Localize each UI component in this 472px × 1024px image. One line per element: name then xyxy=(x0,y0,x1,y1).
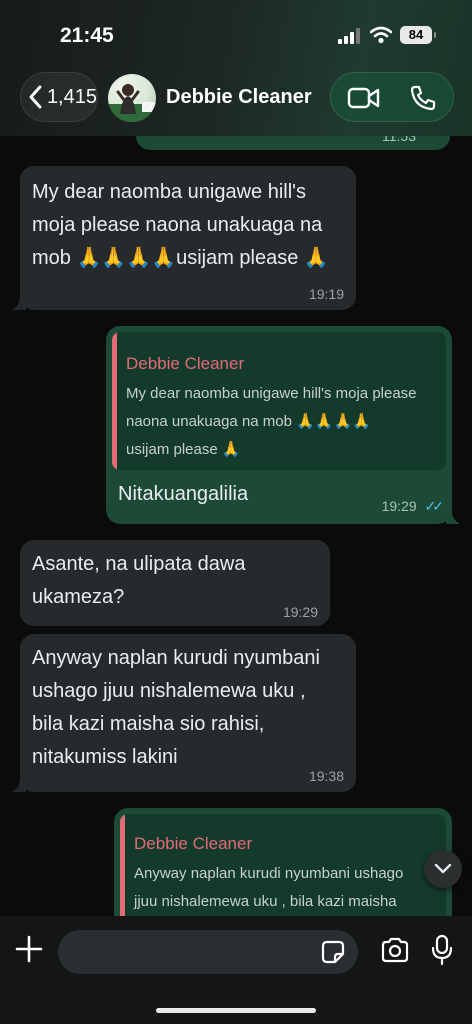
status-time: 21:45 xyxy=(60,24,114,47)
chat-header: 21:45 84 1,415 Debbie Cleaner xyxy=(0,0,472,136)
message-time: 19:29 xyxy=(282,604,318,620)
call-buttons xyxy=(330,72,454,122)
quote-author: Debbie Cleaner xyxy=(134,834,253,853)
avatar-picture xyxy=(108,84,156,122)
message-text-line: moja please naona unakuaga na xyxy=(32,214,323,236)
message-bubble-incoming[interactable]: Asante, na ulipata dawa ukameza? 19:29 xyxy=(20,540,330,626)
scroll-to-bottom-button[interactable] xyxy=(424,850,462,888)
contact-name[interactable]: Debbie Cleaner xyxy=(166,86,312,109)
battery-indicator: 84 xyxy=(400,26,436,44)
plus-icon[interactable] xyxy=(14,934,44,964)
message-bubble-outgoing[interactable]: Debbie Cleaner My dear naomba unigawe hi… xyxy=(106,326,452,524)
read-receipt-icon: ✓✓ xyxy=(424,498,445,514)
video-camera-icon[interactable] xyxy=(347,86,381,110)
quote-text-line: usijam please 🙏 xyxy=(126,441,241,458)
quote-text-line: jjuu nishalemewa uku , bila kazi maisha xyxy=(134,893,397,910)
back-button[interactable]: 1,415 xyxy=(20,72,98,122)
message-text-line: ushago jjuu nishalemewa uku , xyxy=(32,680,306,702)
message-time: 19:29 ✓✓ xyxy=(381,498,445,515)
quote-text-line: Anyway naplan kurudi nyumbani ushago xyxy=(134,865,404,882)
camera-icon[interactable] xyxy=(380,937,410,963)
sticker-icon[interactable] xyxy=(320,939,346,965)
phone-icon[interactable] xyxy=(409,84,437,112)
message-text-line: bila kazi maisha sio rahisi, xyxy=(32,713,265,735)
message-text-line: Anyway naplan kurudi nyumbani xyxy=(32,647,320,669)
bubble-tail xyxy=(12,778,26,792)
chevron-left-icon xyxy=(29,85,42,109)
quote-text-line: My dear naomba unigawe hill's moja pleas… xyxy=(126,385,417,402)
bubble-tail xyxy=(12,296,26,310)
contact-avatar[interactable] xyxy=(108,74,156,122)
quote-accent-bar xyxy=(112,332,117,470)
message-time: 19:19 xyxy=(308,286,344,302)
chat-area[interactable]: 11:53 My dear naomba unigawe hill's moja… xyxy=(0,0,472,1024)
message-text-line: Asante, na ulipata dawa xyxy=(32,553,246,575)
quote-text-line: naona unakuaga na mob 🙏🙏🙏🙏 xyxy=(126,413,371,430)
quoted-message[interactable]: Debbie Cleaner My dear naomba unigawe hi… xyxy=(112,332,446,470)
microphone-icon[interactable] xyxy=(430,934,454,966)
message-text-line: mob 🙏🙏🙏🙏usijam please 🙏 xyxy=(32,247,329,269)
message-text-line: ukameza? xyxy=(32,586,125,608)
message-text: Nitakuangalilia xyxy=(118,483,249,505)
message-text-line: My dear naomba unigawe hill's xyxy=(32,181,306,203)
wifi-icon xyxy=(370,26,392,44)
message-input[interactable] xyxy=(58,930,358,974)
message-bubble-incoming[interactable]: My dear naomba unigawe hill's moja pleas… xyxy=(20,166,356,310)
chevron-down-icon xyxy=(434,863,452,874)
message-time: 19:38 xyxy=(308,768,344,784)
message-bubble-incoming[interactable]: Anyway naplan kurudi nyumbani ushago jju… xyxy=(20,634,356,792)
status-bar: 21:45 84 xyxy=(0,22,472,50)
cellular-signal-icon xyxy=(338,28,360,44)
home-indicator xyxy=(156,1008,316,1013)
bubble-tail xyxy=(446,510,460,524)
unread-count: 1,415 xyxy=(46,85,97,108)
message-text-line: nitakumiss lakini xyxy=(32,746,178,768)
message-time-value: 19:29 xyxy=(381,498,417,514)
quote-author: Debbie Cleaner xyxy=(126,354,245,373)
